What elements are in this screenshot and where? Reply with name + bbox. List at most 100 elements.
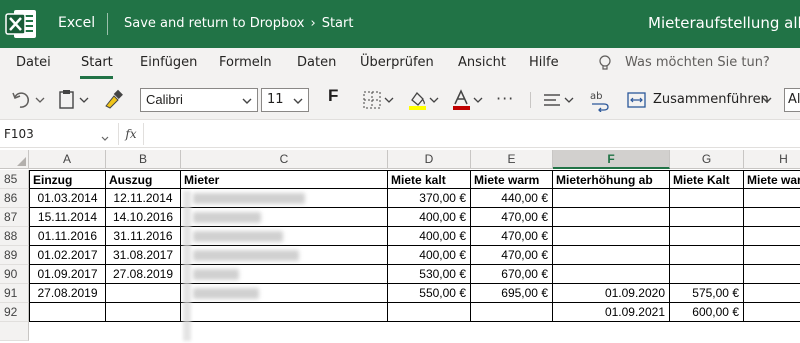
table-cell[interactable] [553, 189, 670, 208]
table-cell[interactable] [744, 284, 800, 303]
table-cell[interactable]: 575,00 € [670, 284, 744, 303]
table-cell[interactable]: 470,00 € [471, 208, 553, 227]
table-header-cell[interactable]: Miete Kalt [670, 170, 744, 189]
table-cell[interactable]: 01.03.2014 [29, 189, 106, 208]
column-header-g[interactable]: G [670, 150, 744, 169]
table-cell[interactable] [181, 303, 388, 322]
table-cell[interactable]: 670,00 € [471, 265, 553, 284]
table-cell[interactable]: 470,00 € [471, 246, 553, 265]
table-cell[interactable] [471, 303, 553, 322]
app-name[interactable]: Excel [58, 15, 95, 31]
table-cell-redacted[interactable] [181, 284, 388, 303]
table-cell[interactable] [553, 227, 670, 246]
fill-color-icon[interactable] [406, 88, 442, 112]
table-cell[interactable] [670, 265, 744, 284]
row-header[interactable]: 90 [0, 265, 29, 284]
chevron-down-icon[interactable] [760, 88, 774, 112]
more-options-button[interactable]: ··· [496, 89, 514, 113]
row-header[interactable]: 85 [0, 170, 29, 189]
font-name-dropdown[interactable]: Calibri [140, 88, 258, 112]
table-cell[interactable] [670, 246, 744, 265]
style-dropdown[interactable]: Al [784, 88, 800, 112]
row-header[interactable]: 87 [0, 208, 29, 227]
table-header-cell[interactable]: Mieter [181, 170, 388, 189]
font-size-dropdown[interactable]: 11 [261, 88, 309, 112]
table-cell[interactable]: 400,00 € [388, 246, 471, 265]
select-all-corner[interactable] [0, 150, 29, 169]
row-header[interactable]: 88 [0, 227, 29, 246]
table-cell[interactable] [106, 303, 181, 322]
table-cell[interactable]: 440,00 € [471, 189, 553, 208]
merge-button[interactable]: Zusammenführen [653, 92, 769, 107]
table-cell[interactable]: 400,00 € [388, 208, 471, 227]
breadcrumb-start[interactable]: Start [322, 16, 354, 31]
table-cell[interactable]: 400,00 € [388, 227, 471, 246]
column-header-f[interactable]: F [553, 150, 670, 169]
table-cell[interactable] [553, 208, 670, 227]
align-icon[interactable] [541, 88, 577, 112]
table-cell[interactable]: 31.11.2016 [106, 227, 181, 246]
tab-hilfe[interactable]: Hilfe [529, 55, 559, 70]
name-box[interactable]: F103 [0, 123, 114, 145]
tab-start[interactable]: Start [81, 55, 113, 70]
table-header-cell[interactable]: Miete warm [471, 170, 553, 189]
merge-icon[interactable] [626, 88, 648, 112]
row-header[interactable] [0, 322, 29, 341]
table-cell[interactable]: 530,00 € [388, 265, 471, 284]
table-cell[interactable]: 15.11.2014 [29, 208, 106, 227]
excel-logo-icon[interactable] [0, 2, 44, 46]
column-header-b[interactable]: B [106, 150, 181, 169]
tab-ansicht[interactable]: Ansicht [458, 55, 506, 70]
row-header[interactable]: 89 [0, 246, 29, 265]
table-cell[interactable] [744, 208, 800, 227]
table-cell[interactable] [388, 303, 471, 322]
column-header-e[interactable]: E [471, 150, 553, 169]
table-cell-redacted[interactable] [181, 246, 388, 265]
table-cell[interactable] [670, 189, 744, 208]
table-cell[interactable] [106, 284, 181, 303]
table-cell[interactable]: 01.09.2021 [553, 303, 670, 322]
bold-button[interactable]: F [328, 86, 344, 110]
borders-icon[interactable] [361, 88, 397, 112]
table-cell[interactable] [744, 303, 800, 322]
table-cell[interactable]: 31.08.2017 [106, 246, 181, 265]
table-cell[interactable] [670, 208, 744, 227]
column-header-a[interactable]: A [29, 150, 106, 169]
table-cell-redacted[interactable] [181, 208, 388, 227]
tab-einfuegen[interactable]: Einfügen [140, 55, 197, 70]
table-cell[interactable] [29, 303, 106, 322]
column-header-h[interactable]: H [744, 150, 800, 169]
table-header-cell[interactable]: Mieterhöhung ab [553, 170, 670, 189]
table-cell[interactable]: 14.10.2016 [106, 208, 181, 227]
table-cell[interactable] [670, 227, 744, 246]
table-cell[interactable] [744, 189, 800, 208]
table-cell[interactable]: 12.11.2014 [106, 189, 181, 208]
table-cell[interactable]: 370,00 € [388, 189, 471, 208]
tab-datei[interactable]: Datei [16, 55, 51, 70]
row-header[interactable]: 86 [0, 189, 29, 208]
table-cell[interactable] [744, 265, 800, 284]
table-header-cell[interactable]: Auszug [106, 170, 181, 189]
save-return-link[interactable]: Save and return to Dropbox [124, 16, 304, 31]
tab-formeln[interactable]: Formeln [219, 55, 272, 70]
table-cell-redacted[interactable] [181, 189, 388, 208]
undo-icon[interactable] [10, 88, 46, 112]
table-cell[interactable]: 27.08.2019 [106, 265, 181, 284]
table-cell[interactable]: 01.02.2017 [29, 246, 106, 265]
table-header-cell[interactable]: Miete warm [744, 170, 800, 189]
table-cell[interactable] [553, 265, 670, 284]
table-cell[interactable]: 470,00 € [471, 227, 553, 246]
tab-ueberpruefen[interactable]: Überprüfen [360, 55, 434, 70]
table-cell[interactable]: 01.09.2017 [29, 265, 106, 284]
formula-input[interactable] [145, 123, 800, 145]
table-cell-redacted[interactable] [181, 265, 388, 284]
table-cell[interactable]: 600,00 € [670, 303, 744, 322]
table-cell[interactable]: 695,00 € [471, 284, 553, 303]
insert-function-button[interactable]: fx [118, 123, 144, 145]
column-header-c[interactable]: C [181, 150, 388, 169]
table-cell[interactable] [553, 246, 670, 265]
table-cell-redacted[interactable] [181, 227, 388, 246]
table-header-cell[interactable]: Einzug [29, 170, 106, 189]
row-header[interactable]: 92 [0, 303, 29, 322]
table-cell[interactable]: 27.08.2019 [29, 284, 106, 303]
